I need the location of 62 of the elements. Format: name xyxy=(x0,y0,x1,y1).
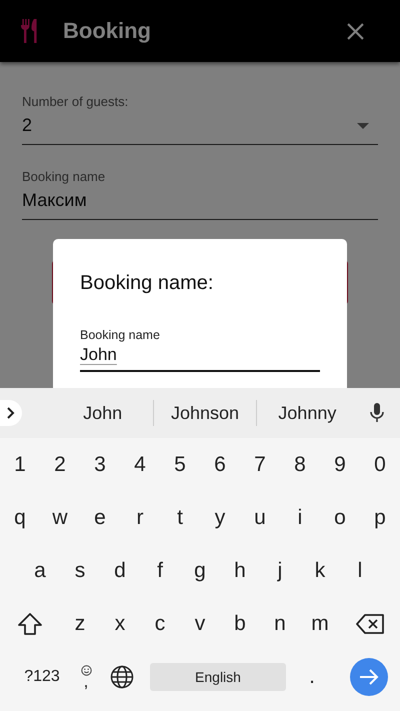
key[interactable]: c xyxy=(140,612,180,636)
backspace-icon[interactable] xyxy=(356,614,384,634)
dialog-title: Booking name: xyxy=(80,272,214,295)
key[interactable]: a xyxy=(20,558,60,582)
shift-icon[interactable] xyxy=(17,612,43,636)
key[interactable]: s xyxy=(60,558,100,582)
key[interactable]: q xyxy=(0,506,40,530)
symbols-key[interactable]: ?123 xyxy=(12,668,72,686)
field-label: Number of guests: xyxy=(22,94,130,109)
key[interactable]: l xyxy=(340,558,380,582)
dropdown-caret-icon xyxy=(357,122,369,128)
key[interactable]: j xyxy=(260,558,300,582)
key[interactable]: t xyxy=(160,506,200,530)
key[interactable]: p xyxy=(360,506,400,530)
key[interactable]: 3 xyxy=(80,452,120,476)
key[interactable]: 4 xyxy=(120,452,160,476)
key[interactable]: o xyxy=(320,506,360,530)
comma-key[interactable]: , xyxy=(84,676,88,688)
key[interactable]: b xyxy=(220,612,260,636)
key[interactable]: h xyxy=(220,558,260,582)
key[interactable]: y xyxy=(200,506,240,530)
field-label: Booking name xyxy=(22,169,106,184)
key[interactable]: w xyxy=(40,506,80,530)
key[interactable]: 6 xyxy=(200,452,240,476)
key[interactable]: i xyxy=(280,506,320,530)
key[interactable]: . xyxy=(292,664,332,688)
microphone-icon[interactable] xyxy=(370,403,384,423)
key[interactable]: e xyxy=(80,506,120,530)
text-field[interactable]: John xyxy=(80,342,320,372)
key[interactable]: k xyxy=(300,558,340,582)
key[interactable]: v xyxy=(180,612,220,636)
key[interactable]: x xyxy=(100,612,140,636)
key[interactable]: n xyxy=(260,612,300,636)
expand-button[interactable] xyxy=(0,400,22,426)
field-label: Booking name xyxy=(80,328,161,342)
key[interactable]: 0 xyxy=(360,452,400,476)
suggestion[interactable]: Johnson xyxy=(154,402,256,424)
key[interactable]: z xyxy=(60,612,100,636)
suggestion[interactable]: John xyxy=(52,402,154,424)
key[interactable]: 8 xyxy=(280,452,320,476)
key[interactable]: m xyxy=(300,612,340,636)
arrow-icon xyxy=(359,668,379,684)
key[interactable]: 1 xyxy=(0,452,40,476)
text-field[interactable]: Максим xyxy=(22,184,378,220)
close-icon[interactable] xyxy=(347,22,364,40)
key[interactable]: g xyxy=(180,558,220,582)
enter-button[interactable] xyxy=(350,658,388,696)
app-bar-title: Booking xyxy=(63,18,151,44)
key[interactable]: f xyxy=(140,558,180,582)
smiley-icon xyxy=(80,665,92,676)
key[interactable]: 9 xyxy=(320,452,360,476)
key[interactable]: d xyxy=(100,558,140,582)
chevron-icon xyxy=(6,407,16,419)
key[interactable]: u xyxy=(240,506,280,530)
space-bar[interactable]: English xyxy=(150,662,286,690)
key[interactable]: 2 xyxy=(40,452,80,476)
key[interactable]: 7 xyxy=(240,452,280,476)
key[interactable]: r xyxy=(120,506,160,530)
suggestion[interactable]: Johnny xyxy=(256,402,358,424)
dropdown-field[interactable]: 2 xyxy=(22,109,378,145)
key[interactable]: 5 xyxy=(160,452,200,476)
globe-icon[interactable] xyxy=(110,664,134,688)
